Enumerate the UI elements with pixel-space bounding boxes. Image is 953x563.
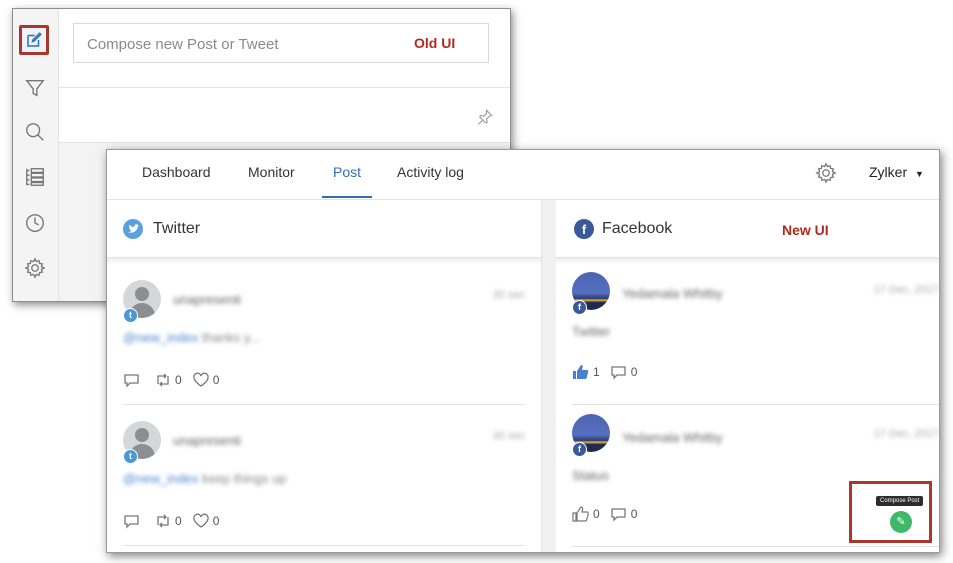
author-name: unapresenti <box>173 433 241 448</box>
like-button[interactable]: 0 <box>192 513 220 529</box>
reply-icon <box>124 374 139 388</box>
retweet-button[interactable]: 0 <box>154 513 182 529</box>
search-button[interactable] <box>22 119 48 145</box>
retweet-count: 0 <box>175 373 182 387</box>
list-button[interactable] <box>22 164 48 190</box>
column-gutter <box>542 200 556 552</box>
comment-button[interactable]: 0 <box>610 506 638 522</box>
gear-icon <box>24 257 46 279</box>
twitter-column-header: Twitter <box>107 200 541 258</box>
thumbs-up-icon <box>572 506 589 522</box>
comment-icon <box>611 366 626 380</box>
tab-post[interactable]: Post <box>333 150 361 198</box>
facebook-icon: f <box>574 219 594 239</box>
post-text: @new_index keep things up <box>123 471 287 486</box>
twitter-title: Twitter <box>153 220 201 237</box>
facebook-badge-icon: f <box>572 300 587 315</box>
like-count: 0 <box>212 373 220 387</box>
top-nav: Dashboard Monitor Post Activity log Zylk… <box>107 150 939 200</box>
post-actions: 1 0 <box>572 364 647 380</box>
old-ui-label: Old UI <box>414 35 456 51</box>
search-icon <box>26 123 44 141</box>
author-name: unapresenti <box>173 292 241 307</box>
twitter-column: Twitter t unapresenti 30 sec @new_index … <box>107 200 542 552</box>
post-text: @new_index thanks y... <box>123 330 261 345</box>
compose-post-button[interactable]: ✎ <box>890 511 912 533</box>
old-compose-area: Compose new Post or Tweet Old UI <box>59 9 510 88</box>
tab-activity-log[interactable]: Activity log <box>397 150 464 198</box>
comment-button[interactable]: 0 <box>610 364 638 380</box>
pin-icon[interactable] <box>476 108 494 126</box>
post-actions: 0 0 <box>123 513 229 529</box>
compose-icon <box>27 32 42 47</box>
like-count: 0 <box>212 514 220 528</box>
org-name: Zylker <box>869 164 908 180</box>
timestamp: 17 Dec, 2017 <box>873 284 939 296</box>
like-count: 0 <box>593 507 600 521</box>
like-button[interactable]: 0 <box>572 506 600 522</box>
chevron-down-icon: ▼ <box>915 169 924 179</box>
org-switcher[interactable]: Zylker ▼ <box>869 164 924 180</box>
facebook-badge-icon: f <box>572 442 587 457</box>
timestamp: 30 sec <box>492 289 525 301</box>
gear-icon[interactable] <box>815 162 837 184</box>
post-text: Status <box>572 468 609 483</box>
twitter-badge-icon: t <box>123 449 138 464</box>
heart-icon <box>193 513 209 528</box>
author-name: Yedamala Whitby <box>622 286 723 301</box>
compose-post-tooltip: Compose Post <box>876 496 924 506</box>
facebook-title: Facebook <box>602 220 673 237</box>
old-sidebar <box>13 9 59 301</box>
tab-dashboard[interactable]: Dashboard <box>142 150 211 198</box>
facebook-column-header: f Facebook New UI <box>556 200 939 258</box>
list-item[interactable]: t unapresenti 30 sec @new_index keep thi… <box>123 405 525 546</box>
twitter-icon <box>123 219 143 239</box>
list-icon <box>26 168 44 186</box>
retweet-icon <box>157 514 169 528</box>
new-ui-window: Dashboard Monitor Post Activity log Zylk… <box>106 149 940 553</box>
list-item[interactable]: f Yedamala Whitby 17 Dec, 2017 Twitter 1… <box>572 264 939 405</box>
active-tab-indicator <box>322 196 372 198</box>
post-actions: 0 0 <box>123 372 229 388</box>
retweet-button[interactable]: 0 <box>154 372 182 388</box>
filter-button[interactable] <box>22 75 48 101</box>
new-ui-label: New UI <box>782 222 829 238</box>
comment-count: 0 <box>630 365 638 379</box>
thumbs-up-icon <box>573 365 589 379</box>
comment-count: 0 <box>630 507 638 521</box>
timestamp: 17 Dec, 2017 <box>873 428 939 440</box>
like-count: 1 <box>593 365 600 379</box>
old-panel <box>59 88 510 143</box>
clock-icon <box>26 214 44 232</box>
timestamp: 30 sec <box>492 430 525 442</box>
post-text: Twitter <box>572 324 611 339</box>
settings-button[interactable] <box>22 255 48 281</box>
pencil-icon: ✎ <box>896 516 906 528</box>
post-actions: 0 0 <box>572 506 647 522</box>
retweet-count: 0 <box>175 514 182 528</box>
reply-button[interactable] <box>123 513 144 529</box>
author-name: Yedamala Whitby <box>622 430 723 445</box>
tab-monitor[interactable]: Monitor <box>248 150 295 198</box>
compose-button[interactable] <box>19 25 49 55</box>
twitter-badge-icon: t <box>123 308 138 323</box>
list-item[interactable]: t unapresenti 30 sec @new_index thanks y… <box>123 264 525 405</box>
compose-post-highlight: Compose Post ✎ <box>849 481 932 543</box>
reply-icon <box>124 515 139 529</box>
reply-button[interactable] <box>123 372 144 388</box>
comment-icon <box>611 508 626 522</box>
retweet-icon <box>157 373 169 387</box>
filter-icon <box>25 79 45 97</box>
like-button[interactable]: 0 <box>192 372 220 388</box>
like-button[interactable]: 1 <box>572 364 600 380</box>
history-button[interactable] <box>22 210 48 236</box>
heart-icon <box>193 372 209 387</box>
